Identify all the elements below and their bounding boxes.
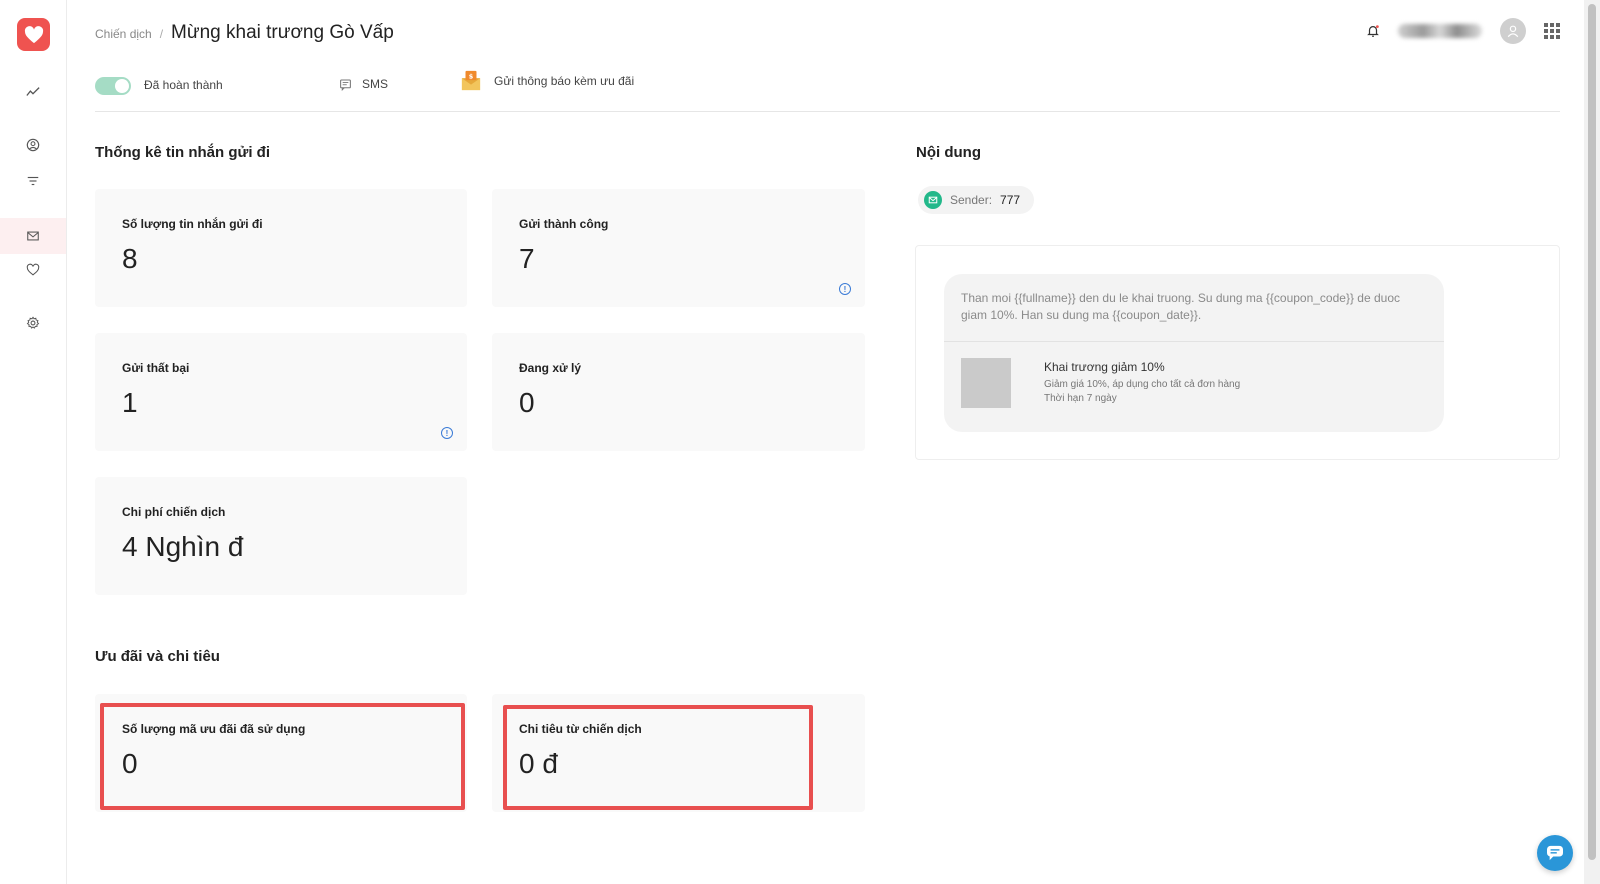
message-icon [340, 79, 351, 91]
page-scrollbar[interactable] [1584, 0, 1600, 884]
scrollbar-thumb[interactable] [1588, 4, 1596, 860]
filter-icon [27, 176, 39, 186]
breadcrumb-campaigns-link[interactable]: Chiến dịch [95, 27, 152, 41]
highlight-box [503, 705, 813, 810]
heart-icon [24, 25, 43, 43]
user-name-blurred [1398, 24, 1482, 38]
campaign-type: $ Gửi thông báo kèm ưu đãi [460, 70, 634, 92]
campaign-status-label: Đã hoàn thành [144, 78, 223, 92]
sidebar-item-loyalty[interactable] [0, 252, 66, 288]
coupon-description: Giảm giá 10%, áp dụng cho tất cả đơn hàn… [1044, 379, 1241, 390]
sidebar-item-segments[interactable] [0, 163, 66, 199]
campaign-type-label: Gửi thông báo kèm ưu đãi [494, 74, 635, 88]
stat-value: 4 Nghìn đ [122, 531, 244, 562]
campaign-status-toggle[interactable] [95, 77, 131, 95]
apps-grid-icon[interactable] [1544, 23, 1560, 39]
chat-support-button[interactable] [1537, 835, 1573, 871]
stat-card-sent: Số lượng tin nhắn gửi đi 8 [95, 189, 467, 307]
trend-icon [26, 87, 40, 96]
stat-card-failed: Gửi thất bại 1 ! [95, 333, 467, 451]
sidebar-item-customers[interactable] [0, 127, 66, 163]
message-bubble: Than moi {{fullname}} den du le khai tru… [944, 274, 1444, 432]
content-section-title: Nội dung [916, 144, 981, 161]
sender-value: 777 [1000, 193, 1021, 207]
mail-icon [924, 191, 942, 209]
stat-label: Số lượng tin nhắn gửi đi [122, 217, 263, 231]
sidebar-item-analytics[interactable] [0, 74, 66, 110]
stat-card-cost: Chi phí chiến dịch 4 Nghìn đ [95, 477, 467, 595]
page-title: Mừng khai trương Gò Vấp [171, 22, 394, 43]
stat-label: Gửi thành công [519, 217, 609, 231]
info-icon[interactable]: ! [441, 427, 453, 439]
mail-icon [27, 231, 39, 241]
stat-value: 8 [122, 243, 138, 274]
highlight-box [100, 703, 465, 810]
sidebar-item-settings[interactable] [0, 305, 66, 341]
stat-label: Gửi thất bại [122, 361, 190, 375]
campaign-status-bar: Đã hoàn thành SMS $ Gửi thông báo kèm ưu… [95, 70, 1560, 112]
stat-card-success: Gửi thành công 7 ! [492, 189, 865, 307]
bell-icon [1367, 25, 1379, 37]
coupon-title: Khai trương giảm 10% [1044, 360, 1165, 374]
message-preview: Than moi {{fullname}} den du le khai tru… [915, 245, 1560, 460]
sender-label: Sender: [950, 193, 993, 207]
stat-card-processing: Đang xử lý 0 [492, 333, 865, 451]
stat-value: 7 [519, 243, 535, 274]
sidebar [0, 0, 67, 884]
stat-label: Đang xử lý [519, 361, 582, 375]
heart-outline-icon [26, 263, 40, 276]
campaign-channel: SMS [339, 77, 388, 91]
sidebar-item-campaigns[interactable] [0, 218, 66, 254]
stats-section-title: Thống kê tin nhắn gửi đi [95, 144, 271, 161]
sender-chip: Sender: 777 [918, 186, 1035, 214]
header-actions [1366, 18, 1560, 44]
offers-section-title: Ưu đãi và chi tiêu [95, 648, 220, 665]
stat-value: 0 [519, 387, 535, 418]
coupon-expiry: Thời hạn 7 ngày [1044, 393, 1117, 404]
user-circle-icon [26, 138, 40, 152]
breadcrumb: Chiến dịch / Mừng khai trương Gò Vấp [95, 22, 394, 44]
coupon-image [961, 358, 1011, 408]
breadcrumb-separator: / [159, 27, 164, 41]
gear-icon [26, 316, 40, 329]
stat-value: 1 [122, 387, 138, 418]
svg-text:$: $ [469, 72, 474, 80]
campaign-channel-label: SMS [362, 77, 389, 91]
stat-label: Chi phí chiến dịch [122, 505, 226, 519]
app-logo[interactable] [17, 18, 50, 51]
envelope-coupon-icon: $ [461, 70, 481, 91]
chat-icon [1547, 845, 1563, 861]
info-icon[interactable]: ! [839, 283, 851, 295]
user-icon [1507, 25, 1519, 38]
message-text: Than moi {{fullname}} den du le khai tru… [944, 274, 1444, 342]
avatar[interactable] [1500, 18, 1526, 44]
notification-bell-button[interactable] [1366, 24, 1380, 38]
